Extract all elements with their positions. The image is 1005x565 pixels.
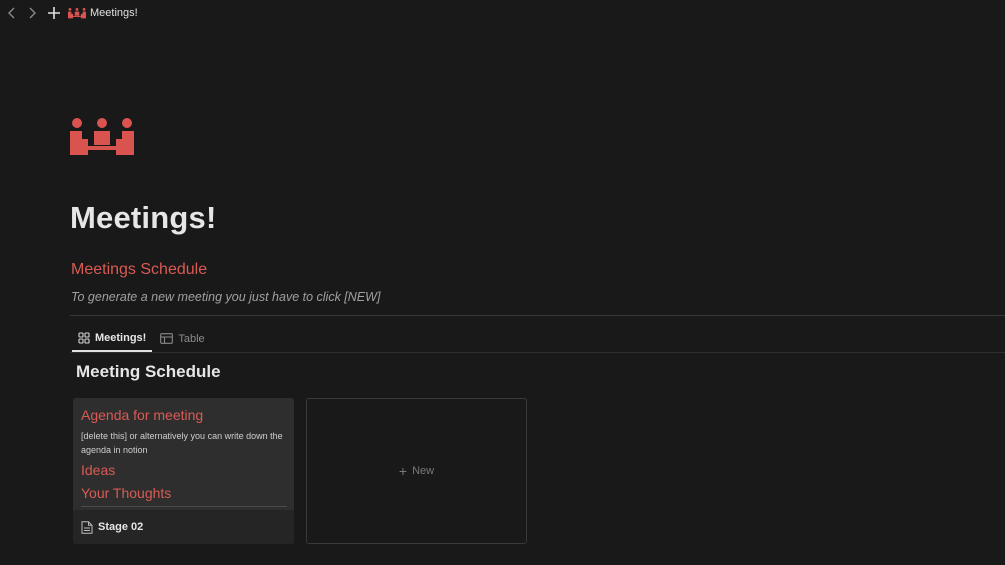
gallery-icon [78,331,90,344]
hint-text: To generate a new meeting you just have … [71,290,381,304]
page-icon [81,520,93,534]
card-footer: Stage 02 [73,510,294,544]
preview-text: [delete this] or alternatively you can w… [81,431,283,455]
top-bar: Meetings! [0,0,1005,26]
board-title: Meeting Schedule [76,362,221,381]
view-tabs: Meetings! Table [72,325,213,353]
plus-icon[interactable] [46,5,62,21]
gallery-card[interactable]: Agenda for meeting [delete this] or alte… [73,398,294,544]
card-preview: Agenda for meeting [delete this] or alte… [73,398,294,510]
tab-label: Meetings! [95,331,147,344]
preview-heading: Agenda for meeting [81,407,204,423]
chevron-left-icon[interactable] [4,5,20,21]
section-heading: Meetings Schedule [71,261,208,278]
card-title: Stage 02 [98,521,144,533]
table-icon [160,333,174,344]
tab-table[interactable]: Table [154,325,210,352]
breadcrumb-label: Meetings! [90,7,138,19]
preview-divider [81,506,287,507]
tab-label: Table [178,332,205,345]
divider [70,352,1005,353]
new-label: New [412,465,435,477]
preview-heading: Ideas [81,462,116,478]
divider [70,315,1005,316]
tab-meetings[interactable]: Meetings! [72,325,153,352]
page-title[interactable]: Meetings! [70,200,216,236]
breadcrumb[interactable]: Meetings! [68,3,138,23]
meeting-people-icon[interactable] [70,117,134,155]
new-card-button[interactable]: + New [306,398,527,544]
plus-icon: + [398,463,408,479]
chevron-right-icon[interactable] [24,5,40,21]
meeting-people-icon [68,7,86,19]
preview-heading: Your Thoughts [81,485,172,501]
